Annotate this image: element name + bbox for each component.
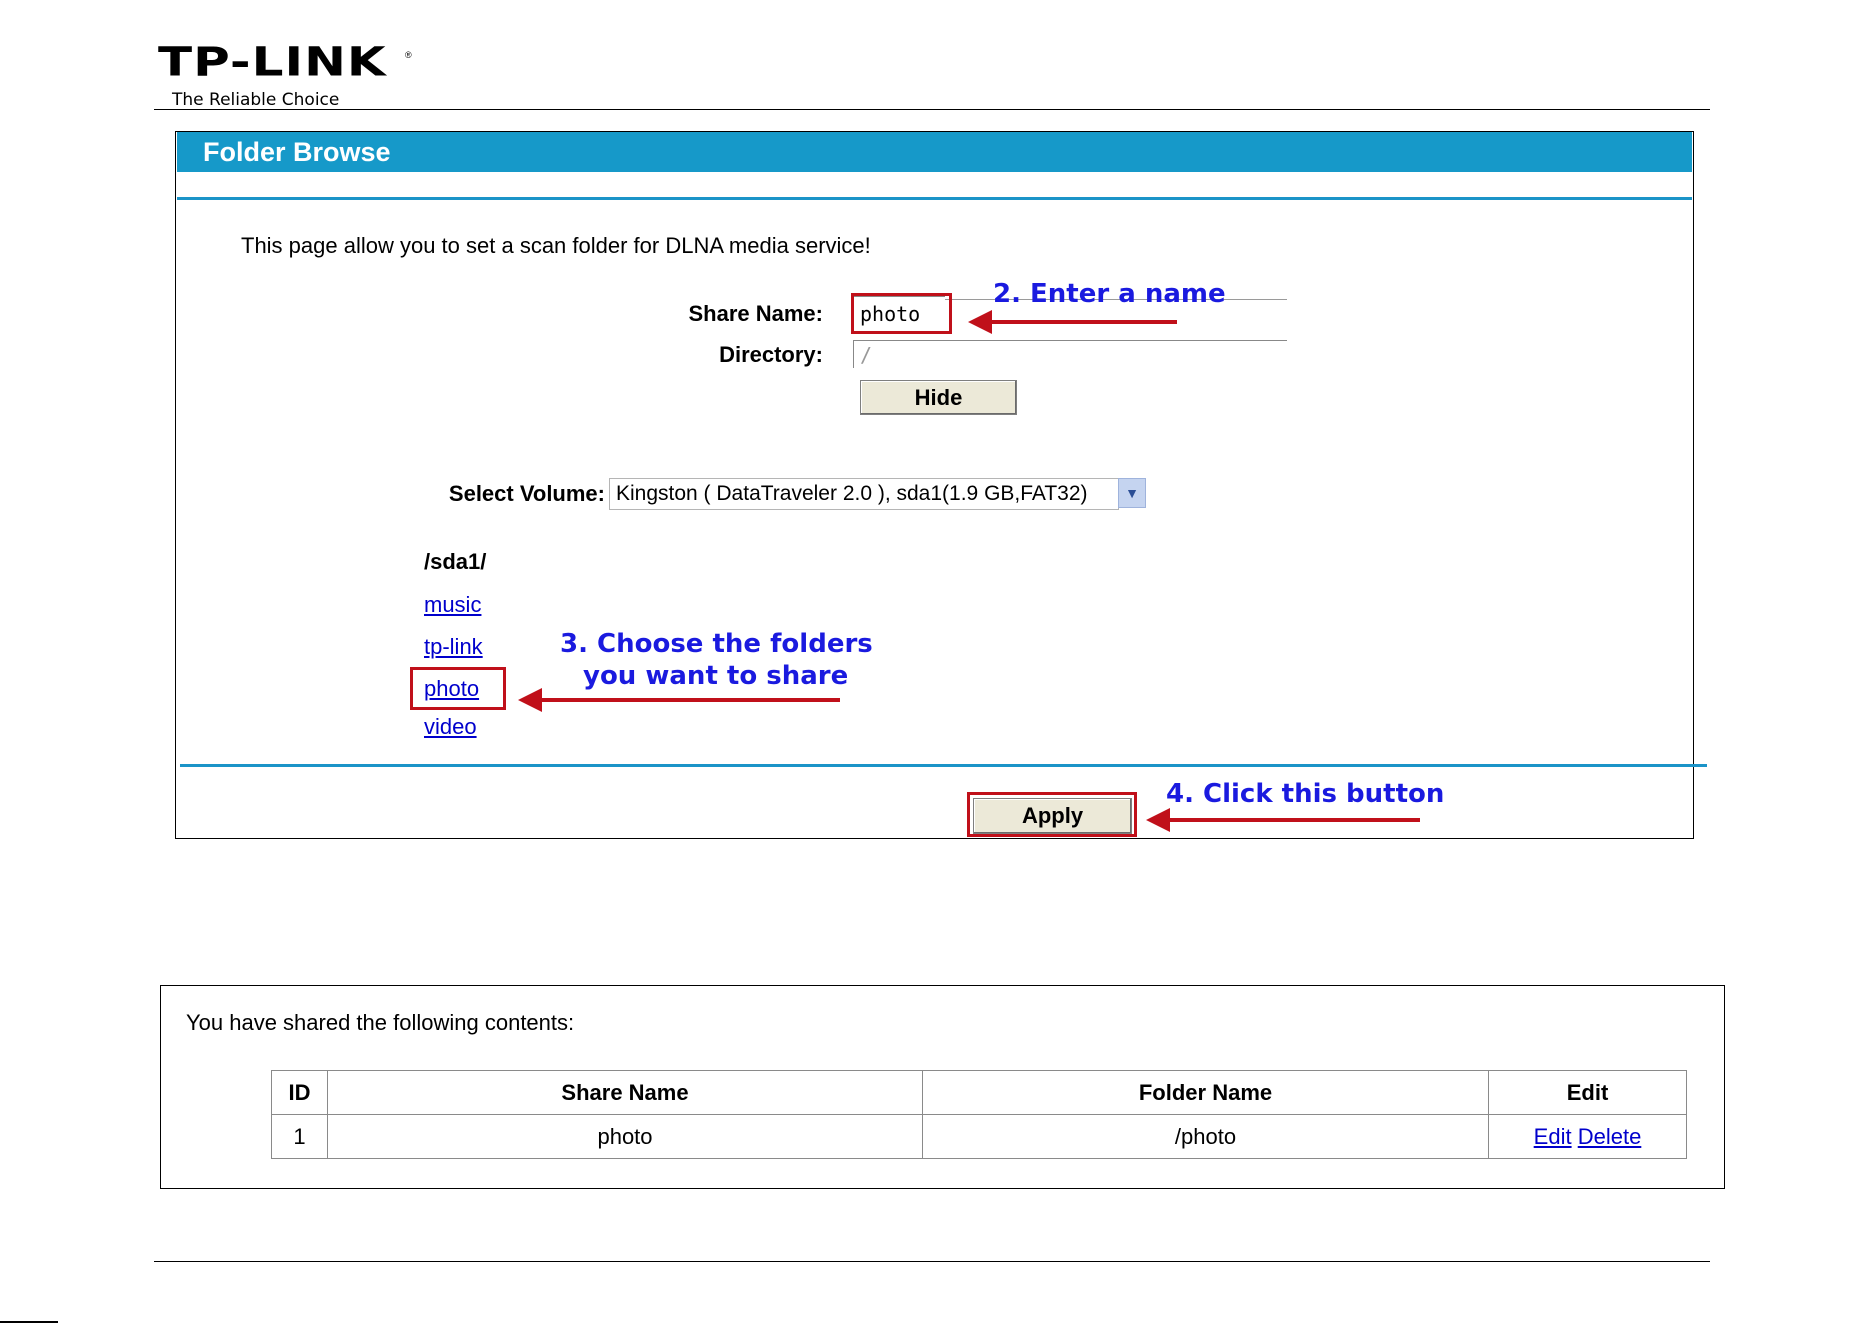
registered-mark: ® — [405, 50, 412, 60]
delete-link[interactable]: Delete — [1578, 1124, 1642, 1149]
page-corner-mark — [0, 1321, 58, 1323]
edit-link[interactable]: Edit — [1534, 1124, 1572, 1149]
folder-link-music[interactable]: music — [424, 592, 481, 618]
panel-title: Folder Browse — [177, 132, 1692, 172]
select-volume-label: Select Volume: — [448, 481, 605, 506]
logo-tagline: The Reliable Choice — [172, 90, 340, 110]
header-divider — [154, 109, 1710, 110]
panel-separator — [180, 764, 1707, 767]
shared-contents-intro: You have shared the following contents: — [186, 1010, 575, 1035]
arrow-step3-icon — [518, 688, 542, 712]
footer-divider — [154, 1261, 1710, 1262]
cell-actions: Edit Delete — [1488, 1114, 1687, 1159]
highlight-box-share-name — [851, 293, 952, 334]
title-underline — [177, 197, 1692, 200]
arrow-step3-line — [540, 698, 840, 702]
column-header-share-name: Share Name — [327, 1070, 923, 1115]
highlight-box-photo — [410, 667, 506, 710]
column-header-folder-name: Folder Name — [922, 1070, 1489, 1115]
folder-link-video[interactable]: video — [424, 714, 477, 740]
column-header-id: ID — [271, 1070, 328, 1115]
arrow-step2-icon — [968, 310, 992, 334]
current-path: /sda1/ — [424, 549, 487, 574]
hide-button[interactable]: Hide — [860, 380, 1017, 415]
annotation-step3-line1: 3. Choose the folders — [560, 629, 873, 659]
directory-input[interactable] — [853, 340, 1287, 368]
annotation-step2: 2. Enter a name — [993, 279, 1226, 309]
annotation-step4: 4. Click this button — [1166, 779, 1445, 809]
intro-text: This page allow you to set a scan folder… — [241, 233, 871, 258]
tp-link-logo: TP-LINK — [158, 38, 387, 86]
annotation-step3-line2: you want to share — [583, 661, 849, 691]
share-name-label: Share Name: — [688, 301, 823, 326]
column-header-edit: Edit — [1488, 1070, 1687, 1115]
highlight-box-apply — [967, 792, 1137, 837]
cell-share-name: photo — [327, 1114, 923, 1159]
cell-folder-name: /photo — [922, 1114, 1489, 1159]
arrow-step4-icon — [1146, 808, 1170, 832]
folder-link-tp-link[interactable]: tp-link — [424, 634, 483, 660]
chevron-down-icon[interactable]: ▼ — [1118, 478, 1146, 508]
arrow-step4-line — [1168, 818, 1420, 822]
directory-label: Directory: — [719, 342, 823, 367]
cell-id: 1 — [271, 1114, 328, 1159]
table-row: 1 photo /photo Edit Delete — [271, 1114, 1687, 1159]
shared-contents-table: ID Share Name Folder Name Edit 1 photo /… — [271, 1070, 1687, 1159]
volume-select[interactable]: Kingston ( DataTraveler 2.0 ), sda1(1.9 … — [609, 478, 1119, 510]
table-header-row: ID Share Name Folder Name Edit — [271, 1070, 1687, 1115]
arrow-step2-line — [990, 320, 1177, 324]
